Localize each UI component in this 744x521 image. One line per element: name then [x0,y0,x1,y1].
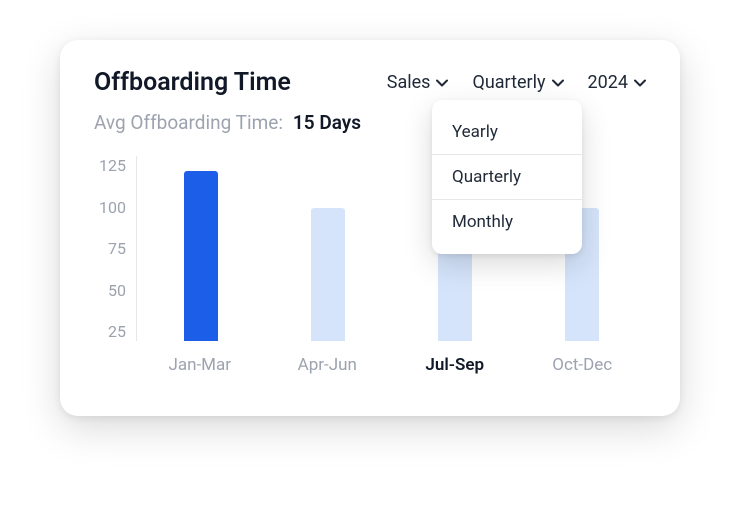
dropdown-item-yearly[interactable]: Yearly [432,110,582,154]
x-axis: Jan-MarApr-JunJul-SepOct-Dec [136,355,646,375]
subtitle-value: 15 Days [293,111,361,134]
x-label: Oct-Dec [519,355,647,375]
x-label: Jul-Sep [391,355,519,375]
subtitle-label: Avg Offboarding Time: [94,111,283,134]
bar[interactable] [184,171,218,341]
chevron-down-icon [634,79,646,87]
x-label: Jan-Mar [136,355,264,375]
chevron-down-icon [436,79,448,87]
filter-year[interactable]: 2024 [588,72,646,93]
x-label: Apr-Jun [264,355,392,375]
chevron-down-icon [552,79,564,87]
filter-department-label: Sales [387,72,431,93]
y-tick: 25 [108,322,126,341]
bar-slot [137,156,264,341]
filter-row: Sales Quarterly 2024 [387,72,646,93]
y-tick: 50 [108,281,126,300]
y-tick: 75 [108,239,126,258]
offboarding-card: Offboarding Time Sales Quarterly 2024 [60,40,680,416]
card-title: Offboarding Time [94,68,291,97]
dropdown-item-monthly[interactable]: Monthly [432,199,582,244]
y-tick: 125 [99,156,126,175]
card-header: Offboarding Time Sales Quarterly 2024 [94,68,646,97]
filter-year-label: 2024 [588,72,628,93]
dropdown-item-quarterly[interactable]: Quarterly [432,154,582,199]
y-axis: 125 100 75 50 25 [94,156,136,341]
y-tick: 100 [99,198,126,217]
bar-slot [264,156,391,341]
filter-period[interactable]: Quarterly [472,72,563,93]
filter-period-label: Quarterly [472,72,545,93]
bar[interactable] [311,208,345,341]
period-dropdown: Yearly Quarterly Monthly [432,100,582,254]
filter-department[interactable]: Sales [387,72,449,93]
